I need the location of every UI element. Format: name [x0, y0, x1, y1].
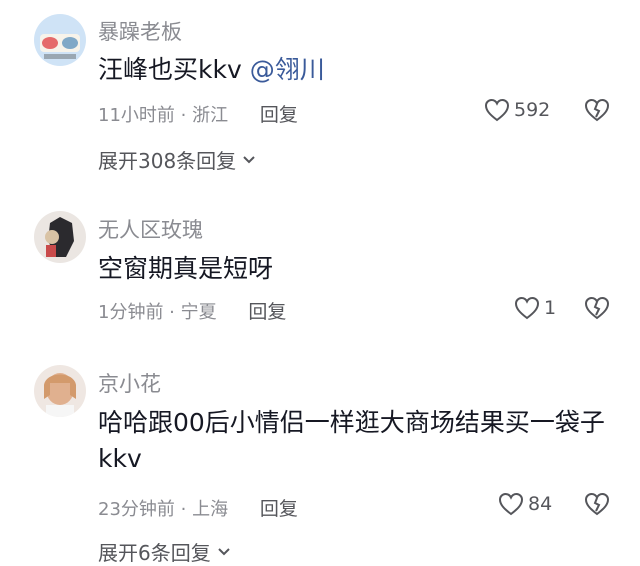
heart-outline-icon	[498, 492, 524, 516]
comment-body: 哈哈跟00后小情侣一样逛大商场结果买一袋子kkv	[98, 408, 605, 473]
heart-outline-icon	[514, 296, 540, 320]
location: 宁夏	[180, 302, 217, 323]
comment-meta: 23分钟前 · 上海 回复	[98, 498, 298, 520]
comment-text: 哈哈跟00后小情侣一样逛大商场结果买一袋子kkv	[98, 405, 608, 477]
avatar[interactable]	[34, 211, 86, 263]
dislike-button[interactable]	[584, 492, 610, 516]
reply-button[interactable]: 回复	[248, 301, 286, 323]
expand-replies-button[interactable]: 展开6条回复	[98, 537, 231, 566]
username[interactable]: 无人区玫瑰	[98, 214, 203, 244]
broken-heart-icon	[584, 98, 610, 122]
expand-replies-label: 展开308条回复	[98, 149, 237, 173]
chevron-down-icon	[218, 547, 230, 555]
reply-button[interactable]: 回复	[260, 104, 298, 126]
like-count: 1	[544, 297, 557, 319]
dislike-button[interactable]	[584, 296, 610, 320]
comment-body: 汪峰也买kkv	[98, 55, 242, 84]
like-button[interactable]: 592	[484, 98, 550, 122]
location: 浙江	[192, 105, 229, 126]
comment-text: 空窗期真是短呀	[98, 251, 608, 287]
avatar[interactable]	[34, 365, 86, 417]
timestamp: 1分钟前	[98, 302, 164, 323]
username[interactable]: 暴躁老板	[98, 16, 182, 46]
comment-body: 空窗期真是短呀	[98, 254, 274, 283]
like-button[interactable]: 1	[514, 296, 556, 320]
like-button[interactable]: 84	[498, 492, 552, 516]
expand-replies-label: 展开6条回复	[98, 541, 211, 565]
broken-heart-icon	[584, 492, 610, 516]
username[interactable]: 京小花	[98, 368, 161, 398]
comment-text: 汪峰也买kkv @翎川	[98, 52, 608, 88]
chevron-down-icon	[243, 155, 255, 163]
heart-outline-icon	[484, 98, 510, 122]
broken-heart-icon	[584, 296, 610, 320]
comment-meta: 1分钟前 · 宁夏 回复	[98, 301, 287, 323]
comment-meta: 11小时前 · 浙江 回复	[98, 104, 298, 126]
dislike-button[interactable]	[584, 98, 610, 122]
location: 上海	[192, 499, 229, 520]
timestamp: 11小时前	[98, 105, 175, 126]
reply-button[interactable]: 回复	[260, 498, 298, 520]
timestamp: 23分钟前	[98, 499, 175, 520]
avatar[interactable]	[34, 14, 86, 66]
expand-replies-button[interactable]: 展开308条回复	[98, 145, 256, 174]
like-count: 592	[514, 99, 551, 121]
mention-link[interactable]: @翎川	[250, 55, 325, 84]
like-count: 84	[528, 493, 553, 515]
